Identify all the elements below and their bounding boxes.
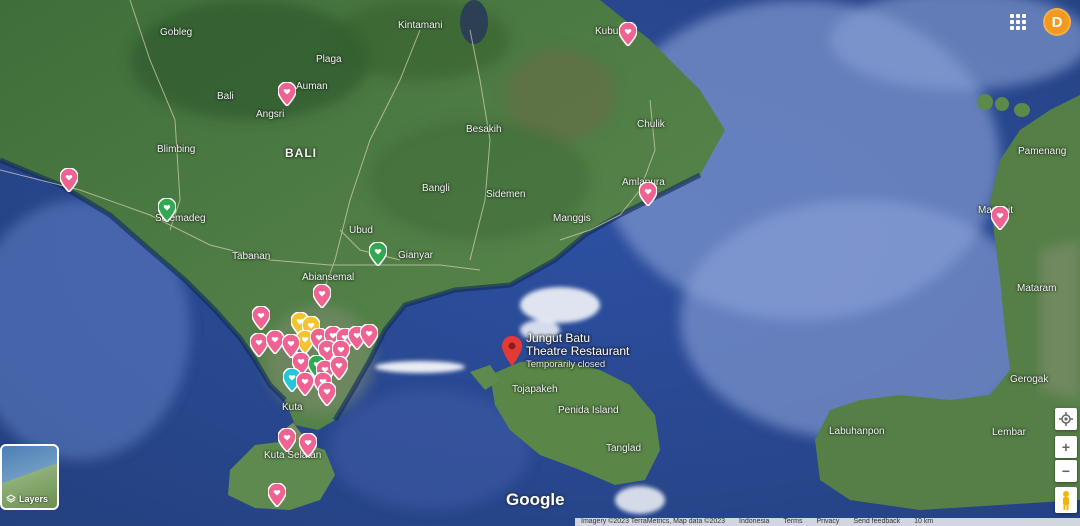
pegman-icon [1063, 491, 1069, 510]
place-label-abiansemal: Abiansemal [302, 272, 355, 283]
map-footer: Imagery ©2023 TerraMetrics, Map data ©20… [575, 518, 1080, 526]
heart-pin-icon [158, 198, 176, 222]
saved-place-pin[interactable] [296, 372, 314, 396]
place-label-lembar: Lembar [992, 427, 1026, 438]
heart-pin-icon [639, 182, 657, 206]
google-logo: Google [506, 490, 565, 509]
place-label-gianyar: Gianyar [398, 250, 434, 261]
place-label-kintamani: Kintamani [398, 20, 443, 31]
place-label-besakih: Besakih [466, 124, 502, 135]
place-label-bali-region: BALI [285, 146, 317, 160]
scale-bar[interactable]: 10 km [914, 518, 933, 526]
place-label-manggis: Manggis [553, 213, 591, 224]
layers-button[interactable]: Layers [0, 444, 59, 510]
heart-pin-icon [60, 168, 78, 192]
layers-label-row: Layers [6, 494, 48, 504]
heart-pin-icon [330, 356, 348, 380]
place-label-kubu: Kubu [595, 26, 619, 37]
heart-pin-icon [619, 22, 637, 46]
place-label-gobleg: Gobleg [160, 27, 193, 38]
selected-place-marker[interactable] [502, 336, 522, 366]
saved-place-pin[interactable] [299, 433, 317, 457]
saved-place-pin[interactable] [360, 324, 378, 348]
selected-place-status: Temporarily closed [526, 359, 606, 370]
saved-place-pin[interactable] [639, 182, 657, 206]
heart-pin-icon [252, 306, 270, 330]
saved-place-pin[interactable] [278, 428, 296, 452]
place-label-angsri: Angsri [256, 109, 285, 120]
heart-pin-icon [313, 284, 331, 308]
footer-feedback-link[interactable]: Send feedback [853, 518, 900, 526]
heart-pin-icon [299, 433, 317, 457]
place-label-chulik: Chulik [637, 119, 665, 130]
saved-place-pin[interactable] [252, 306, 270, 330]
heart-pin-icon [369, 242, 387, 266]
heart-pin-icon [360, 324, 378, 348]
zoom-in-button[interactable]: + [1055, 436, 1077, 458]
saved-place-pin[interactable] [369, 242, 387, 266]
place-label-kuta: Kuta [282, 402, 303, 413]
place-label-penida-island: Penida Island [558, 405, 619, 416]
place-label-sidemen: Sidemen [486, 189, 526, 200]
apps-grid-icon[interactable] [1010, 14, 1026, 30]
footer-terms-link[interactable]: Terms [783, 518, 802, 526]
heart-pin-icon [318, 382, 336, 406]
place-label-auman: Auman [296, 81, 328, 92]
my-location-icon [1059, 412, 1073, 426]
layers-label: Layers [19, 494, 49, 504]
satellite-map[interactable] [0, 0, 1080, 526]
layers-icon [6, 494, 16, 503]
saved-place-pin[interactable] [318, 382, 336, 406]
account-avatar[interactable]: D [1043, 8, 1071, 36]
heart-pin-icon [278, 428, 296, 452]
saved-place-pin[interactable] [991, 206, 1009, 230]
place-label-mataram: Mataram [1017, 283, 1057, 294]
pegman-button[interactable] [1055, 487, 1077, 513]
place-label-tabanan: Tabanan [232, 251, 271, 262]
place-label-blimbing: Blimbing [157, 144, 196, 155]
footer-country[interactable]: Indonesia [739, 518, 769, 526]
footer-privacy-link[interactable]: Privacy [816, 518, 839, 526]
my-location-button[interactable] [1055, 408, 1077, 430]
place-label-gerogak: Gerogak [1010, 374, 1049, 385]
saved-place-pin[interactable] [268, 483, 286, 507]
heart-pin-icon [278, 82, 296, 106]
saved-place-pin[interactable] [619, 22, 637, 46]
place-label-labuhanpon: Labuhanpon [829, 426, 885, 437]
saved-place-pin[interactable] [158, 198, 176, 222]
heart-pin-icon [296, 372, 314, 396]
zoom-out-button[interactable]: − [1055, 460, 1077, 482]
place-label-pamenang: Pamenang [1018, 146, 1067, 157]
place-label-bangli: Bangli [422, 183, 450, 194]
saved-place-pin[interactable] [313, 284, 331, 308]
place-label-tanglad: Tanglad [606, 443, 642, 454]
saved-place-pin[interactable] [60, 168, 78, 192]
place-label-tojapakeh: Tojapakeh [512, 384, 558, 395]
place-label-ubud: Ubud [349, 225, 373, 236]
saved-place-pin[interactable] [330, 356, 348, 380]
imagery-attribution: Imagery ©2023 TerraMetrics, Map data ©20… [581, 518, 726, 525]
saved-place-pin[interactable] [278, 82, 296, 106]
place-label-plaga: Plaga [316, 54, 342, 65]
place-label-bali-town: Bali [217, 91, 234, 102]
heart-pin-icon [268, 483, 286, 507]
selected-place-name-line2: Theatre Restaurant [526, 344, 630, 358]
selected-place-label[interactable]: Jungut Batu Theatre Restaurant Temporari… [526, 332, 629, 372]
heart-pin-icon [991, 206, 1009, 230]
